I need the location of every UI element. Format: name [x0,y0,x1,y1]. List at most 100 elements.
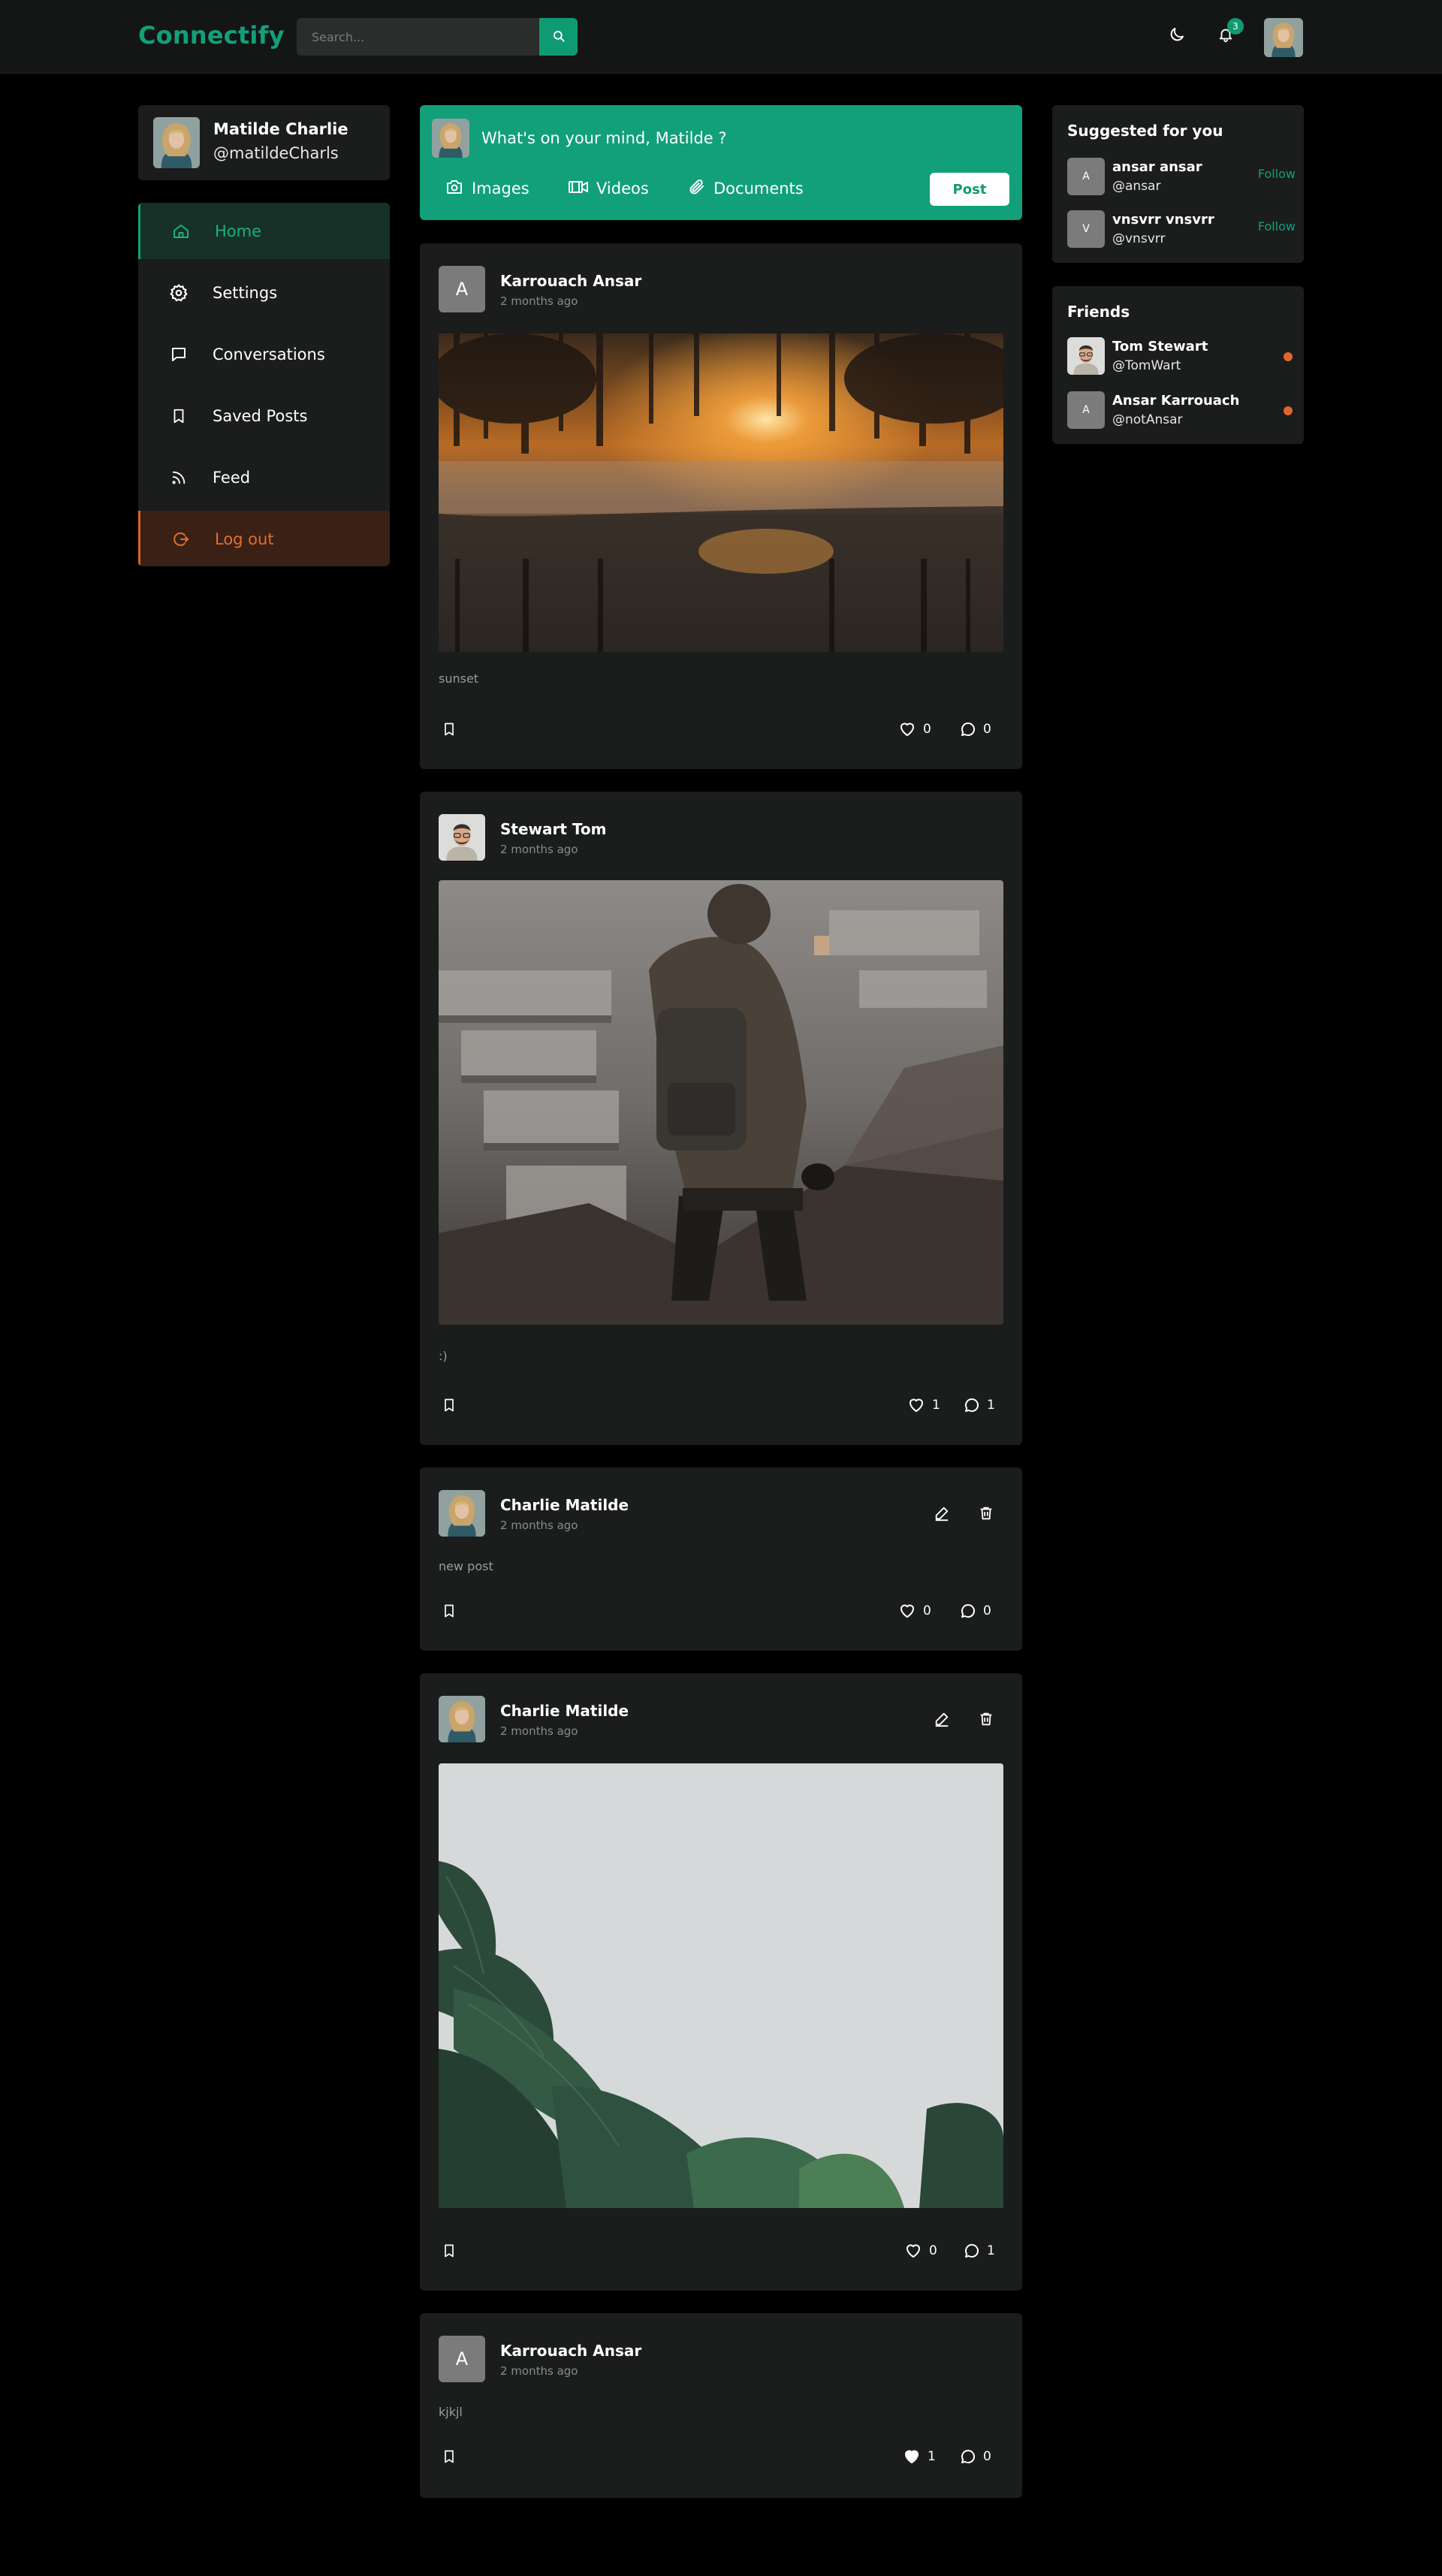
profile-name: Matilde Charlie [213,120,348,138]
like-button[interactable]: 1 [907,1394,940,1416]
friend-item[interactable]: A Ansar Karrouach @notAnsar [1067,391,1293,430]
post-actions: 1 0 [439,2445,1003,2468]
post-timestamp: 2 months ago [500,2364,578,2378]
add-videos-button[interactable]: Videos [568,177,649,200]
sidebar-item-settings[interactable]: Settings [138,264,390,321]
suggested-user-name[interactable]: ansar ansar [1112,159,1202,175]
notification-count-badge: 3 [1227,18,1244,35]
post-author[interactable]: Charlie Matilde [500,1702,629,1720]
sidebar-item-label: Settings [213,283,278,302]
bookmark-button[interactable] [439,2240,460,2262]
like-button[interactable]: 0 [897,718,931,741]
follow-button[interactable]: Follow [1258,219,1296,234]
videos-label: Videos [596,179,649,198]
post-image[interactable] [439,333,1003,652]
comment-icon [961,1604,975,1618]
follow-button[interactable]: Follow [1258,167,1296,181]
edit-post-button[interactable] [931,1502,953,1525]
suggested-user: V vnsvrr vnsvrr @vnsvrr Follow [1067,210,1296,249]
post-actions: 1 1 [439,1394,1003,1416]
post-author[interactable]: Karrouach Ansar [500,2342,641,2360]
comment-button[interactable]: 0 [959,1600,991,1622]
post-author[interactable]: Karrouach Ansar [500,272,641,290]
sidebar-item-label: Feed [213,468,251,487]
comment-icon [961,722,975,736]
suggested-user-name[interactable]: vnsvrr vnsvrr [1112,212,1214,228]
delete-post-button[interactable] [975,1708,997,1730]
comment-button[interactable]: 0 [959,718,991,741]
comment-count: 0 [983,2449,991,2464]
theme-toggle-button[interactable] [1163,23,1190,50]
avatar[interactable] [439,1490,485,1537]
friend-handle: @notAnsar [1112,412,1183,427]
add-images-button[interactable]: Images [445,177,529,200]
comment-count: 0 [983,722,991,737]
post-author[interactable]: Stewart Tom [500,820,606,838]
like-button[interactable]: 0 [897,1600,931,1622]
like-button[interactable]: 1 [902,2445,936,2468]
profile-card[interactable]: Matilde Charlie @matildeCharls [138,105,390,180]
sidebar-item-feed[interactable]: Feed [138,449,390,505]
like-count: 1 [928,2449,936,2464]
camera-icon [445,178,464,200]
post-image[interactable] [439,880,1003,1325]
delete-post-button[interactable] [975,1502,997,1525]
post-timestamp: 2 months ago [500,843,578,856]
sidebar-item-log-out[interactable]: Log out [138,511,390,566]
user-avatar-menu[interactable] [1264,18,1303,57]
app-logo[interactable]: Connectify [138,21,285,50]
notifications-button[interactable]: 3 [1212,18,1244,50]
bookmark-button[interactable] [439,718,460,741]
sidebar-nav: Home Settings Conversations Saved Posts … [138,203,390,566]
avatar[interactable]: A [439,2336,485,2382]
avatar[interactable] [439,814,485,861]
comment-count: 1 [987,2243,995,2258]
avatar[interactable]: V [1067,210,1105,248]
heart-icon [910,1398,923,1412]
trash-icon [980,1507,992,1520]
bookmark-button[interactable] [439,1600,460,1622]
like-button[interactable]: 0 [904,2240,937,2262]
status-indicator [1284,406,1293,415]
bookmark-icon [445,722,454,736]
composer-input[interactable]: What's on your mind, Matilde ? [481,129,727,147]
friend-name: Ansar Karrouach [1112,393,1240,409]
search-button[interactable] [539,18,578,56]
add-documents-button[interactable]: Documents [688,177,804,200]
bookmark-button[interactable] [439,1394,460,1416]
suggested-for-you-card: Suggested for you A ansar ansar @ansar F… [1052,105,1304,263]
sidebar-item-label: Home [215,222,262,240]
post-timestamp: 2 months ago [500,1519,578,1532]
suggested-user: A ansar ansar @ansar Follow [1067,158,1296,197]
profile-handle: @matildeCharls [213,144,339,162]
comment-count: 0 [983,1603,991,1618]
post-button[interactable]: Post [930,173,1009,206]
suggested-user-handle: @vnsvrr [1112,231,1166,246]
avatar[interactable]: A [1067,158,1105,195]
sidebar-item-conversations[interactable]: Conversations [138,326,390,382]
search-bar [297,18,578,56]
avatar[interactable]: A [439,266,485,312]
post-image[interactable] [439,1763,1003,2208]
edit-post-button[interactable] [931,1708,953,1730]
comment-count: 1 [987,1398,995,1413]
sidebar-item-home[interactable]: Home [138,203,390,259]
post-text: new post [439,1559,493,1573]
comment-button[interactable]: 0 [959,2445,991,2468]
top-header: Connectify 3 [0,0,1442,74]
avatar[interactable] [439,1696,485,1742]
comment-button[interactable]: 1 [963,1394,995,1416]
friend-name: Tom Stewart [1112,339,1208,354]
search-input[interactable] [297,18,539,56]
logout-icon [170,529,192,550]
sidebar-item-saved-posts[interactable]: Saved Posts [138,388,390,444]
friend-handle: @TomWart [1112,358,1181,373]
post-text: :) [439,1349,448,1363]
video-icon [568,178,589,200]
comment-button[interactable]: 1 [963,2240,995,2262]
post-author[interactable]: Charlie Matilde [500,1496,629,1514]
bookmark-button[interactable] [439,2445,460,2468]
post-actions: 0 0 [439,1600,1003,1622]
friend-item[interactable]: Tom Stewart @TomWart [1067,337,1293,376]
post-timestamp: 2 months ago [500,294,578,308]
